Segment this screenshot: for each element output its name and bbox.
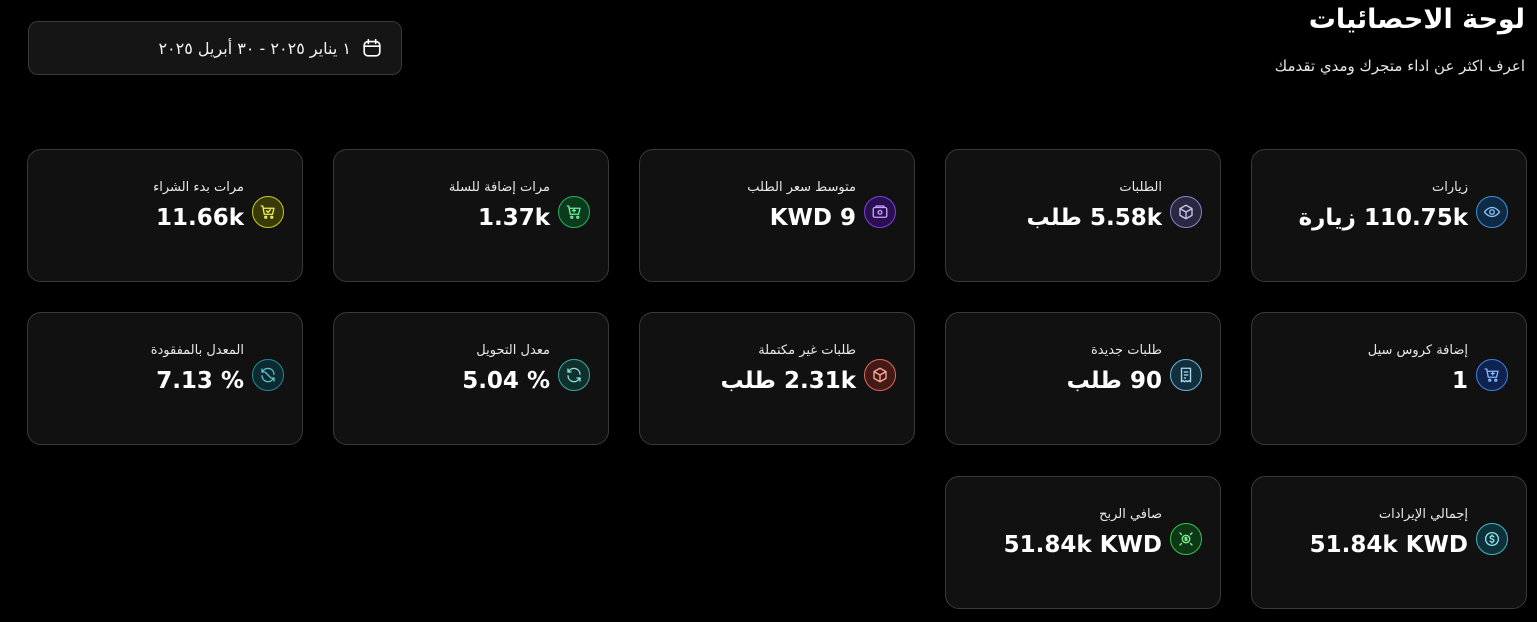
receipt-icon bbox=[1170, 359, 1202, 391]
calendar-icon bbox=[361, 37, 383, 59]
stat-value: 2.31k طلب bbox=[720, 368, 856, 394]
stat-label: المعدل بالمفقودة bbox=[150, 343, 244, 358]
stat-label: متوسط سعر الطلب bbox=[747, 180, 856, 195]
box-alert-icon bbox=[864, 359, 896, 391]
stat-value: 1.37k bbox=[477, 205, 550, 231]
money-icon bbox=[1170, 523, 1202, 555]
stat-value: 5.58k طلب bbox=[1026, 205, 1162, 231]
wallet-icon bbox=[864, 196, 896, 228]
stat-value: KWD 9 bbox=[769, 205, 856, 231]
date-range-picker[interactable]: ١ يناير ٢٠٢٥ - ٣٠ أبريل ٢٠٢٥ bbox=[28, 21, 402, 75]
stat-card-visits: زيارات 110.75k زيارة bbox=[1251, 149, 1527, 282]
stat-value: 51.84k KWD bbox=[1309, 532, 1468, 558]
refresh-icon bbox=[558, 359, 590, 391]
stat-label: طلبات جديدة bbox=[1090, 343, 1162, 358]
page-subtitle: اعرف اكثر عن اداء متجرك ومدي تقدمك bbox=[1274, 57, 1525, 75]
stat-value: 1 bbox=[1451, 368, 1468, 394]
stat-value: 110.75k زيارة bbox=[1298, 205, 1468, 231]
stat-value: 90 طلب bbox=[1066, 368, 1162, 394]
page-title: لوحة الاحصائيات bbox=[1308, 4, 1525, 35]
stat-value: % 5.04 bbox=[462, 368, 550, 394]
cart-plus-icon bbox=[1476, 359, 1508, 391]
stat-label: معدل التحويل bbox=[476, 343, 550, 358]
stat-card-total-revenue: إجمالي الإيرادات 51.84k KWD bbox=[1251, 476, 1527, 609]
stat-label: مرات بدء الشراء bbox=[153, 180, 244, 195]
stat-label: صافي الربح bbox=[1099, 507, 1162, 522]
stat-value: % 7.13 bbox=[156, 368, 244, 394]
refresh-off-icon bbox=[252, 359, 284, 391]
stat-value: 51.84k KWD bbox=[1003, 532, 1162, 558]
stat-card-orders: الطلبات 5.58k طلب bbox=[945, 149, 1221, 282]
stat-card-conversion: معدل التحويل % 5.04 bbox=[333, 312, 609, 445]
stat-label: إضافة كروس سيل bbox=[1367, 343, 1468, 358]
stat-card-loss-rate: المعدل بالمفقودة % 7.13 bbox=[27, 312, 303, 445]
stat-value: 11.66k bbox=[155, 205, 244, 231]
stat-label: الطلبات bbox=[1119, 180, 1162, 195]
stat-label: إجمالي الإيرادات bbox=[1378, 507, 1468, 522]
dollar-coin-icon bbox=[1476, 523, 1508, 555]
cart-icon bbox=[558, 196, 590, 228]
stat-card-checkout: مرات بدء الشراء 11.66k bbox=[27, 149, 303, 282]
dashboard-page: لوحة الاحصائيات اعرف اكثر عن اداء متجرك … bbox=[0, 0, 1537, 622]
stat-card-new-orders: طلبات جديدة 90 طلب bbox=[945, 312, 1221, 445]
stat-card-add-to-cart: مرات إضافة للسلة 1.37k bbox=[333, 149, 609, 282]
stat-label: طلبات غير مكتملة bbox=[758, 343, 856, 358]
stat-label: مرات إضافة للسلة bbox=[448, 180, 550, 195]
cart-check-icon bbox=[252, 196, 284, 228]
stat-card-cross-sell: إضافة كروس سيل 1 bbox=[1251, 312, 1527, 445]
stat-card-net-profit: صافي الربح 51.84k KWD bbox=[945, 476, 1221, 609]
eye-icon bbox=[1476, 196, 1508, 228]
box-icon bbox=[1170, 196, 1202, 228]
date-range-text: ١ يناير ٢٠٢٥ - ٣٠ أبريل ٢٠٢٥ bbox=[158, 38, 351, 58]
stat-card-avg-order: متوسط سعر الطلب KWD 9 bbox=[639, 149, 915, 282]
stat-label: زيارات bbox=[1432, 180, 1468, 195]
stat-card-incomplete-orders: طلبات غير مكتملة 2.31k طلب bbox=[639, 312, 915, 445]
